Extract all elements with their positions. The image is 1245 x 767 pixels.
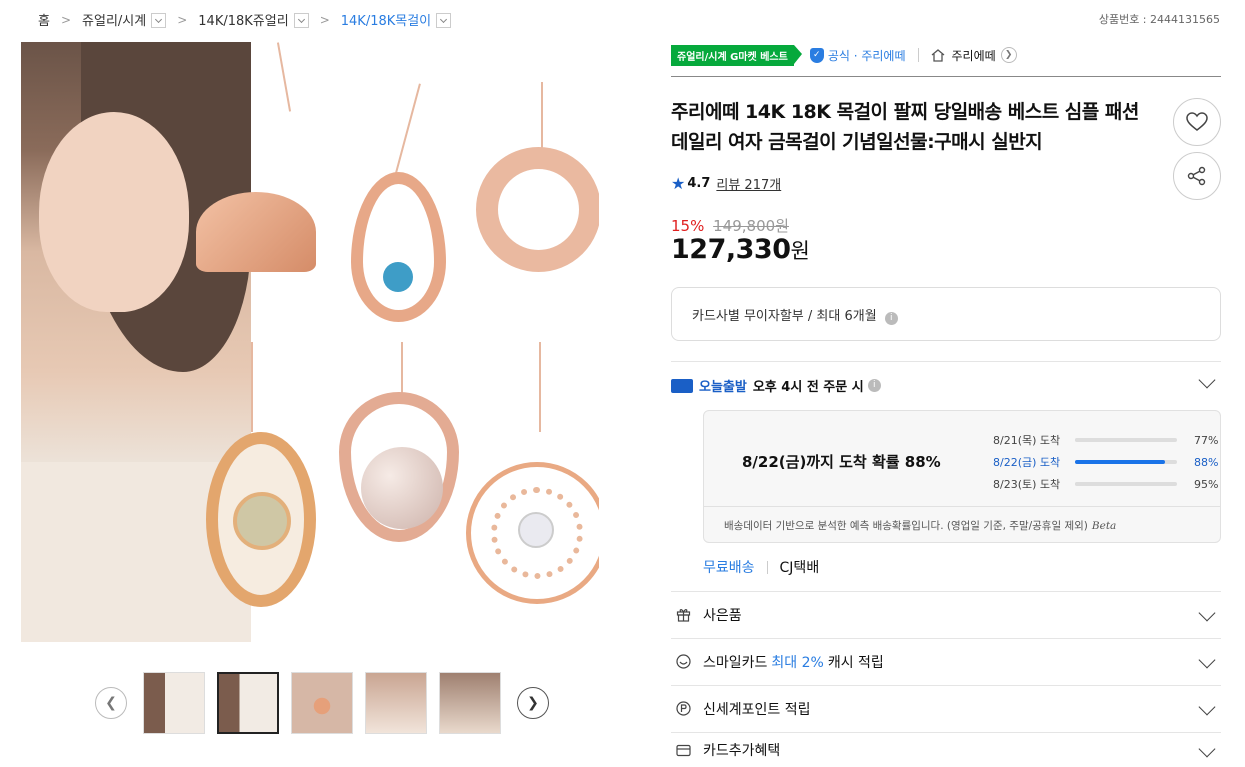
share-button[interactable]: [1173, 152, 1221, 200]
product-title: 주리에떼 14K 18K 목걸이 팔찌 당일배송 베스트 심플 패션 데일리 여…: [671, 101, 1139, 153]
delivery-headline: 8/22(금)까지 도착 확률 88%: [742, 453, 941, 471]
probability-note: 배송데이터 기반으로 분석한 예측 배송확률입니다. (영업일 기준, 주말/공…: [704, 506, 1220, 533]
free-shipping-label: 무료배송: [703, 560, 755, 576]
breadcrumb: 홈 > 쥬얼리/시계 > 14K/18K쥬얼리 > 14K/18K목걸이: [38, 10, 452, 29]
product-number: 상품번호 : 2444131565: [1098, 13, 1220, 26]
probability-row: 8/23(토) 도착 95%: [993, 473, 1224, 495]
chevron-down-icon[interactable]: [436, 13, 452, 28]
probability-row: 8/22(금) 도착 88%: [993, 451, 1224, 473]
original-price: 149,800원: [713, 217, 789, 235]
discount-percent: 15%: [671, 217, 705, 235]
carrier-row: 무료배송 CJ택배: [703, 557, 819, 577]
gift-icon: [675, 607, 691, 623]
probability-row: 8/21(목) 도착 77%: [993, 429, 1224, 451]
thumbnail-1[interactable]: [143, 672, 205, 734]
shop-link[interactable]: 주리에떼 ❯: [931, 47, 1017, 64]
probability-date: 8/22(금) 도착: [993, 456, 1061, 469]
rating-row: ★ 4.7 리뷰 217개: [671, 174, 781, 193]
price-unit: 원: [790, 239, 810, 263]
thumbnail-next-button[interactable]: ❯: [517, 687, 549, 719]
badge-row: 쥬얼리/시계 G마켓 베스트 ✓ 공식 · 주리에떼 주리에떼 ❯: [671, 44, 1221, 77]
today-shipping-row[interactable]: 오늘출발 오후 4시 전 주문 시 i: [671, 371, 1221, 395]
chevron-down-icon[interactable]: [151, 13, 167, 28]
probability-pct: 77%: [1194, 433, 1219, 447]
teardrop-pendant: [351, 172, 446, 322]
probability-bar: [1075, 460, 1165, 464]
chevron-down-icon[interactable]: [1198, 604, 1216, 622]
delivery-probability-box: 8/22(금)까지 도착 확률 88% 8/21(목) 도착 77% 8/22(…: [703, 410, 1221, 543]
heart-icon: [1186, 112, 1208, 131]
carrier-name: CJ택배: [779, 560, 820, 576]
thumbnail-prev-button[interactable]: ❮: [95, 687, 127, 719]
chevron-down-icon[interactable]: [1198, 698, 1216, 716]
info-icon[interactable]: i: [867, 379, 881, 392]
shield-check-icon: ✓: [809, 47, 824, 63]
shipping-cutoff: 오후 4시 전 주문 시: [752, 380, 864, 395]
main-product-image: [21, 42, 599, 642]
point-icon: [675, 701, 691, 717]
probability-date: 8/23(토) 도착: [993, 478, 1061, 491]
chevron-right-icon: >: [319, 12, 330, 27]
star-icon: ★: [671, 174, 686, 193]
probability-pct: 95%: [1194, 477, 1219, 491]
chevron-right-icon: ❯: [527, 695, 539, 711]
probability-date: 8/21(목) 도착: [993, 434, 1061, 447]
breadcrumb-level3[interactable]: 14K/18K목걸이: [341, 10, 431, 29]
probability-bar: [1075, 482, 1172, 486]
shinsegae-point-accordion[interactable]: 신세계포인트 적립: [671, 685, 1221, 731]
thumbnail-3[interactable]: [291, 672, 353, 734]
chevron-down-icon[interactable]: [1198, 740, 1216, 758]
roman-ring-pendant: [476, 147, 599, 272]
probability-note-text: 배송데이터 기반으로 분석한 예측 배송확률입니다. (영업일 기준, 주말/공…: [724, 520, 1088, 532]
breadcrumb-home[interactable]: 홈: [38, 10, 50, 29]
chevron-down-icon[interactable]: [1198, 651, 1216, 669]
official-store-link[interactable]: ✓ 공식 · 주리에떼: [809, 47, 906, 64]
thumbnail-2[interactable]: [217, 672, 279, 734]
thumbnail-strip: ❮ ❯: [95, 672, 549, 734]
chevron-right-icon: >: [177, 12, 188, 27]
official-label: 공식 · 주리에떼: [827, 48, 906, 63]
smile-card-rate: 최대 2%: [771, 654, 824, 671]
best-badge[interactable]: 쥬얼리/시계 G마켓 베스트: [671, 44, 802, 66]
truck-icon: [671, 378, 693, 393]
info-icon[interactable]: i: [884, 312, 898, 325]
rating-score: 4.7: [687, 176, 711, 191]
home-icon: [931, 48, 944, 62]
breadcrumb-level2[interactable]: 14K/18K쥬얼리: [198, 10, 288, 29]
card-benefit-label: 카드추가혜택: [703, 743, 781, 759]
smile-icon: [675, 654, 691, 670]
probability-bar: [1075, 438, 1154, 442]
chevron-down-icon[interactable]: [1198, 371, 1216, 389]
today-shipping-label: 오늘출발: [699, 380, 747, 395]
thumbnail-4[interactable]: [365, 672, 427, 734]
thumbnail-5[interactable]: [439, 672, 501, 734]
probability-rows: 8/21(목) 도착 77% 8/22(금) 도착 88% 8/23(토) 도착…: [993, 429, 1224, 495]
chevron-right-icon: ❯: [1000, 47, 1017, 63]
discount-row: 15% 149,800원: [671, 215, 789, 236]
card-installment-box[interactable]: 카드사별 무이자할부 / 최대 6개월 i: [671, 287, 1221, 341]
card-icon: [675, 742, 691, 758]
card-installment-text: 카드사별 무이자할부 / 최대 6개월: [692, 309, 877, 324]
sale-price-value: 127,330: [671, 234, 791, 265]
gift-label: 사은품: [703, 607, 742, 624]
beta-label: Beta: [1091, 520, 1117, 532]
breadcrumb-level1[interactable]: 쥬얼리/시계: [82, 10, 146, 29]
chevron-down-icon[interactable]: [293, 13, 309, 28]
chevron-right-icon: >: [60, 12, 72, 27]
shinsegae-label: 신세계포인트 적립: [703, 701, 811, 718]
whale-tail-pendant: [196, 192, 316, 272]
card-benefit-accordion[interactable]: 카드추가혜택: [671, 732, 1221, 767]
wishlist-button[interactable]: [1173, 98, 1221, 146]
chevron-left-icon: ❮: [105, 695, 117, 711]
smile-card-label: 스마일카드: [703, 654, 768, 671]
sale-price: 127,330원: [671, 234, 810, 265]
smile-card-suffix: 캐시 적립: [827, 654, 884, 671]
shop-name: 주리에떼: [951, 48, 996, 63]
product-info: 쥬얼리/시계 G마켓 베스트 ✓ 공식 · 주리에떼 주리에떼 ❯ 주리에떼 1…: [671, 44, 1221, 759]
smile-card-accordion[interactable]: 스마일카드 최대 2% 캐시 적립: [671, 638, 1221, 684]
review-count-link[interactable]: 리뷰 217개: [716, 174, 781, 193]
share-icon: [1187, 166, 1206, 186]
probability-pct: 88%: [1194, 455, 1219, 469]
gift-accordion[interactable]: 사은품: [671, 591, 1221, 637]
